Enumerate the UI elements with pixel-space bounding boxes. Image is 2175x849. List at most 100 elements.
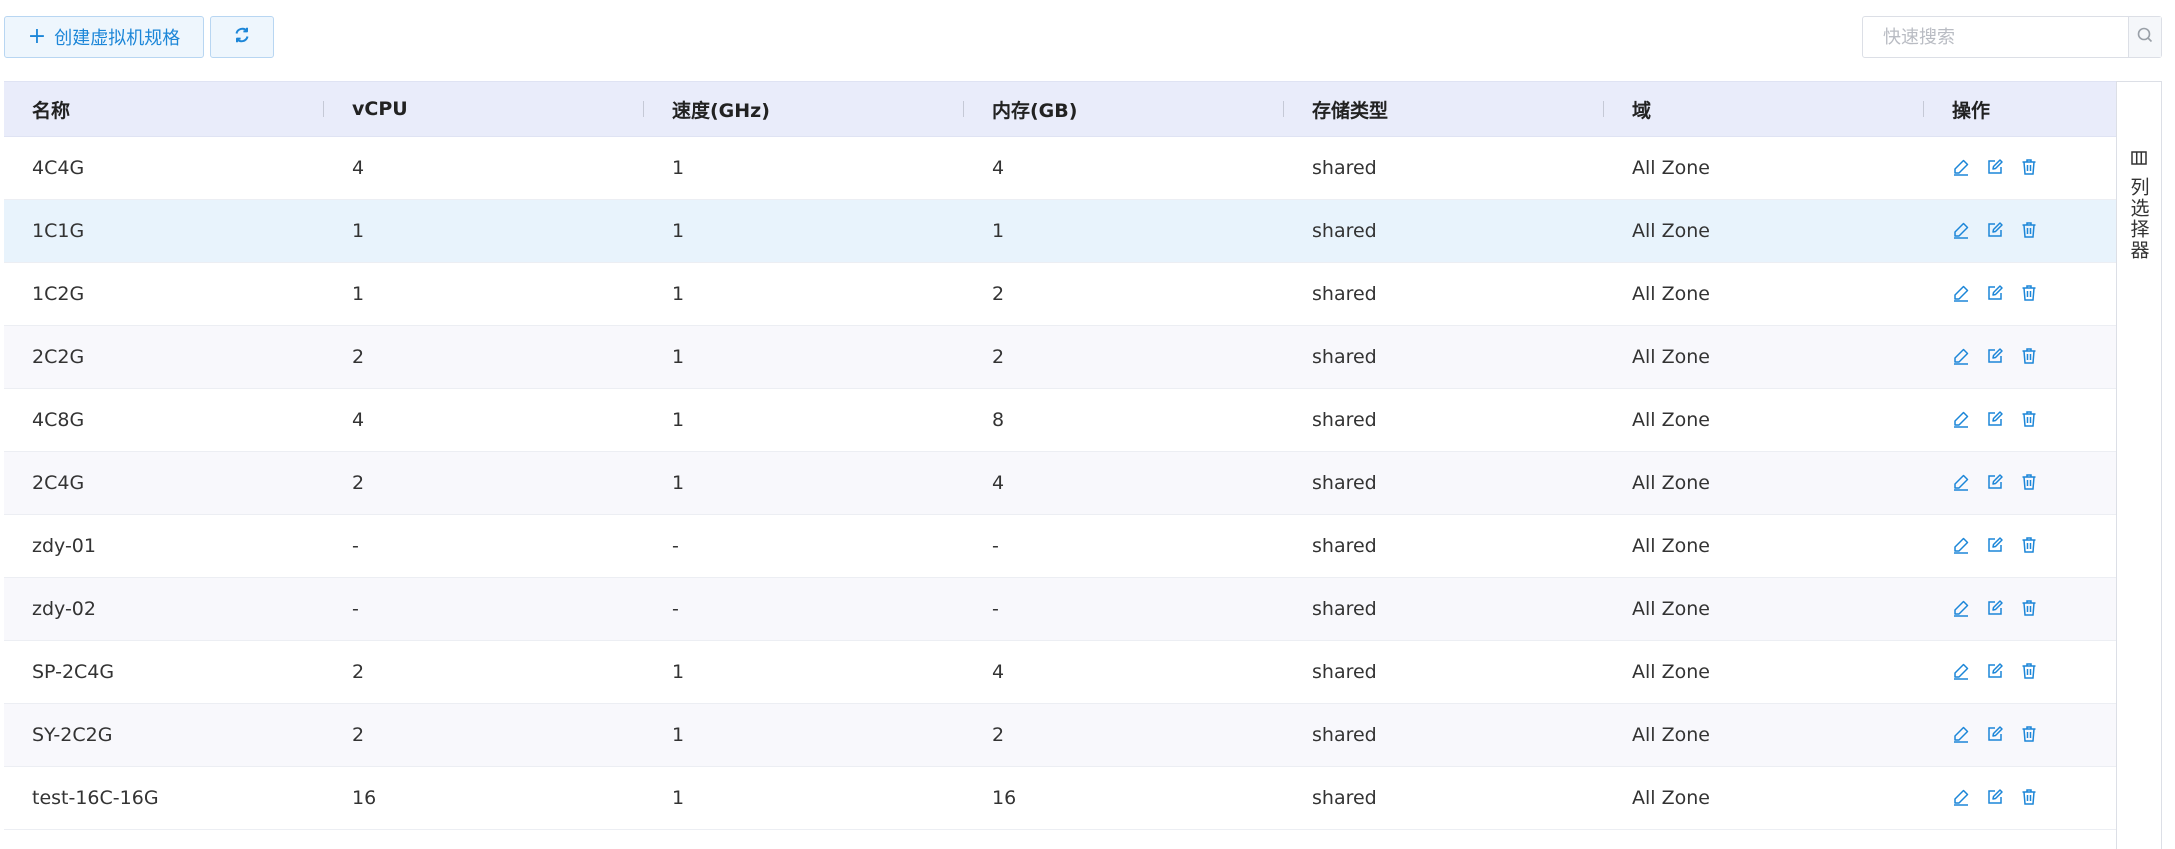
cell-speed: 1 — [672, 472, 685, 494]
edit-pen-icon[interactable] — [1952, 347, 1972, 367]
edit-square-icon[interactable] — [1986, 473, 2006, 493]
cell-actions — [1924, 767, 2116, 830]
cell-name: 2C4G — [32, 472, 85, 494]
cell-speed: - — [672, 535, 679, 557]
trash-icon[interactable] — [2020, 158, 2040, 178]
cell-storage-type: shared — [1312, 535, 1377, 557]
cell-speed: - — [672, 598, 679, 620]
table-row[interactable]: SP-2C4G 2 1 4 shared All Zone — [4, 641, 2116, 704]
table-row[interactable]: 2C4G 2 1 4 shared All Zone — [4, 451, 2116, 515]
table-row[interactable]: 1C2G 1 1 2 shared All Zone — [4, 263, 2116, 326]
cell-vcpu: 2 — [352, 346, 365, 368]
trash-icon[interactable] — [2020, 725, 2040, 745]
cell-speed: 1 — [672, 220, 685, 242]
trash-icon[interactable] — [2020, 410, 2040, 430]
edit-square-icon[interactable] — [1986, 536, 2006, 556]
cell-storage-type: shared — [1312, 787, 1377, 809]
header-speed[interactable]: 速度(GHz) — [644, 81, 964, 137]
trash-icon[interactable] — [2020, 599, 2040, 619]
table-row[interactable]: test-16C-16G 16 1 16 shared All Zone — [4, 767, 2116, 830]
trash-icon[interactable] — [2020, 284, 2040, 304]
trash-icon[interactable] — [2020, 536, 2040, 556]
edit-square-icon[interactable] — [1986, 347, 2006, 367]
edit-pen-icon[interactable] — [1952, 536, 1972, 556]
header-zone[interactable]: 域 — [1604, 81, 1924, 137]
edit-pen-icon[interactable] — [1952, 410, 1972, 430]
cell-memory: 2 — [992, 346, 1005, 368]
cell-storage-type: shared — [1312, 157, 1377, 179]
cell-name: 1C2G — [32, 283, 85, 305]
cell-vcpu: 1 — [352, 283, 365, 305]
table-row[interactable]: 2C2G 2 1 2 shared All Zone — [4, 325, 2116, 389]
header-name[interactable]: 名称 — [4, 81, 324, 137]
trash-icon[interactable] — [2020, 788, 2040, 808]
edit-pen-icon[interactable] — [1952, 788, 1972, 808]
edit-pen-icon[interactable] — [1952, 158, 1972, 178]
edit-square-icon[interactable] — [1986, 725, 2006, 745]
cell-vcpu: 2 — [352, 661, 365, 683]
trash-icon[interactable] — [2020, 221, 2040, 241]
trash-icon[interactable] — [2020, 473, 2040, 493]
edit-pen-icon[interactable] — [1952, 284, 1972, 304]
cell-actions — [1924, 326, 2116, 389]
table-row[interactable]: 4C4G 4 1 4 shared All Zone — [4, 137, 2116, 200]
cell-zone: All Zone — [1632, 598, 1710, 620]
edit-pen-icon[interactable] — [1952, 662, 1972, 682]
cell-name: zdy-02 — [32, 598, 96, 620]
cell-actions — [1924, 263, 2116, 326]
cell-storage-type: shared — [1312, 283, 1377, 305]
refresh-button[interactable] — [210, 16, 274, 58]
cell-vcpu: - — [352, 598, 359, 620]
table-header-row: 名称 vCPU 速度(GHz) 内存(GB) 存储类型 域 操作 — [4, 81, 2116, 137]
trash-icon[interactable] — [2020, 347, 2040, 367]
header-storage-type[interactable]: 存储类型 — [1284, 81, 1604, 137]
cell-zone: All Zone — [1632, 220, 1710, 242]
row-actions — [1952, 788, 2116, 808]
row-actions — [1952, 158, 2116, 178]
table-row[interactable]: zdy-01 - - - shared All Zone — [4, 515, 2116, 578]
table-row[interactable]: zdy-02 - - - shared All Zone — [4, 577, 2116, 641]
row-actions — [1952, 473, 2116, 493]
cell-speed: 1 — [672, 346, 685, 368]
table-row[interactable]: SY-2C2G 2 1 2 shared All Zone — [4, 703, 2116, 767]
search-input[interactable] — [1863, 17, 2128, 57]
cell-speed: 1 — [672, 724, 685, 746]
create-vm-spec-button[interactable]: + 创建虚拟机规格 — [4, 16, 204, 58]
cell-memory: 4 — [992, 472, 1005, 494]
edit-pen-icon[interactable] — [1952, 473, 1972, 493]
edit-pen-icon[interactable] — [1952, 221, 1972, 241]
trash-icon[interactable] — [2020, 662, 2040, 682]
cell-vcpu: 4 — [352, 157, 365, 179]
cell-storage-type: shared — [1312, 472, 1377, 494]
header-memory[interactable]: 内存(GB) — [964, 81, 1284, 137]
edit-square-icon[interactable] — [1986, 599, 2006, 619]
edit-square-icon[interactable] — [1986, 410, 2006, 430]
edit-square-icon[interactable] — [1986, 158, 2006, 178]
cell-name: zdy-01 — [32, 535, 96, 557]
table-row[interactable]: 4C8G 4 1 8 shared All Zone — [4, 389, 2116, 452]
edit-pen-icon[interactable] — [1952, 599, 1972, 619]
row-actions — [1952, 599, 2116, 619]
cell-memory: 16 — [992, 787, 1017, 809]
edit-square-icon[interactable] — [1986, 662, 2006, 682]
edit-square-icon[interactable] — [1986, 284, 2006, 304]
cell-memory: 1 — [992, 220, 1005, 242]
cell-zone: All Zone — [1632, 346, 1710, 368]
cell-actions — [1924, 578, 2116, 641]
edit-pen-icon[interactable] — [1952, 725, 1972, 745]
edit-square-icon[interactable] — [1986, 221, 2006, 241]
table-row[interactable]: 1C1G 1 1 1 shared All Zone — [4, 199, 2116, 263]
column-picker[interactable]: 列选择器 — [2116, 81, 2162, 849]
row-actions — [1952, 284, 2116, 304]
search-icon — [2136, 26, 2154, 48]
cell-storage-type: shared — [1312, 598, 1377, 620]
cell-speed: 1 — [672, 661, 685, 683]
header-vcpu[interactable]: vCPU — [324, 81, 644, 137]
edit-square-icon[interactable] — [1986, 788, 2006, 808]
cell-storage-type: shared — [1312, 661, 1377, 683]
search-button[interactable] — [2128, 17, 2161, 57]
cell-name: 1C1G — [32, 220, 85, 242]
plus-icon: + — [27, 24, 47, 49]
cell-name: 4C4G — [32, 157, 85, 179]
toolbar: + 创建虚拟机规格 — [0, 0, 2175, 80]
